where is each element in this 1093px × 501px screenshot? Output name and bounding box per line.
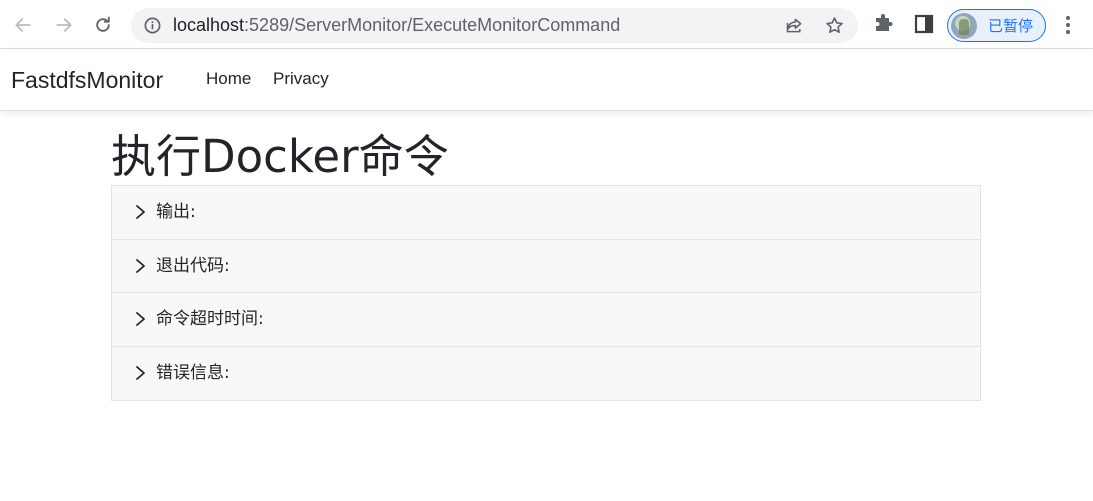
avatar bbox=[951, 13, 977, 39]
more-vertical-icon[interactable] bbox=[1058, 12, 1078, 38]
url-host: localhost bbox=[173, 15, 245, 35]
page-title: 执行Docker命令 bbox=[111, 130, 449, 183]
url-path: :5289/ServerMonitor/ExecuteMonitorComman… bbox=[244, 15, 621, 35]
accordion-item-exit-code[interactable]: 退出代码: bbox=[112, 240, 980, 293]
result-accordion: 输出: 退出代码: 命令超时时间: 错误信息: bbox=[111, 185, 981, 401]
address-bar[interactable]: localhost:5289/ServerMonitor/ExecuteMoni… bbox=[131, 8, 858, 43]
reload-icon bbox=[96, 16, 110, 32]
nav-link-privacy[interactable]: Privacy bbox=[273, 69, 329, 89]
forward-button[interactable] bbox=[49, 10, 79, 40]
side-panel-icon[interactable] bbox=[912, 12, 936, 36]
chevron-right-icon bbox=[136, 258, 145, 273]
profile-button[interactable]: 已暂停 bbox=[947, 9, 1046, 42]
arrow-right-icon bbox=[56, 18, 72, 32]
chevron-right-icon bbox=[136, 205, 145, 219]
info-icon[interactable] bbox=[143, 16, 162, 35]
accordion-item-output[interactable]: 输出: bbox=[112, 186, 980, 240]
share-icon[interactable] bbox=[784, 15, 805, 36]
browser-toolbar: localhost:5289/ServerMonitor/ExecuteMoni… bbox=[0, 0, 1093, 49]
nav-link-home[interactable]: Home bbox=[206, 69, 251, 89]
reload-button[interactable] bbox=[88, 10, 118, 40]
accordion-label-timeout: 命令超时时间: bbox=[156, 309, 264, 329]
chevron-right-icon bbox=[136, 365, 145, 380]
accordion-item-error[interactable]: 错误信息: bbox=[112, 347, 980, 401]
puzzle-icon[interactable] bbox=[872, 12, 896, 36]
back-button[interactable] bbox=[8, 10, 38, 40]
url-text[interactable]: localhost:5289/ServerMonitor/ExecuteMoni… bbox=[173, 15, 620, 36]
arrow-left-icon bbox=[15, 18, 31, 32]
chevron-right-icon bbox=[136, 312, 145, 326]
site-navbar: FastdfsMonitor Home Privacy bbox=[0, 49, 1093, 111]
brand-link[interactable]: FastdfsMonitor bbox=[11, 66, 163, 94]
accordion-label-error: 错误信息: bbox=[156, 362, 230, 383]
star-icon[interactable] bbox=[824, 15, 845, 36]
accordion-label-output: 输出: bbox=[156, 202, 196, 222]
profile-status-label: 已暂停 bbox=[988, 17, 1034, 35]
accordion-item-timeout[interactable]: 命令超时时间: bbox=[112, 293, 980, 347]
accordion-label-exit-code: 退出代码: bbox=[156, 255, 230, 276]
